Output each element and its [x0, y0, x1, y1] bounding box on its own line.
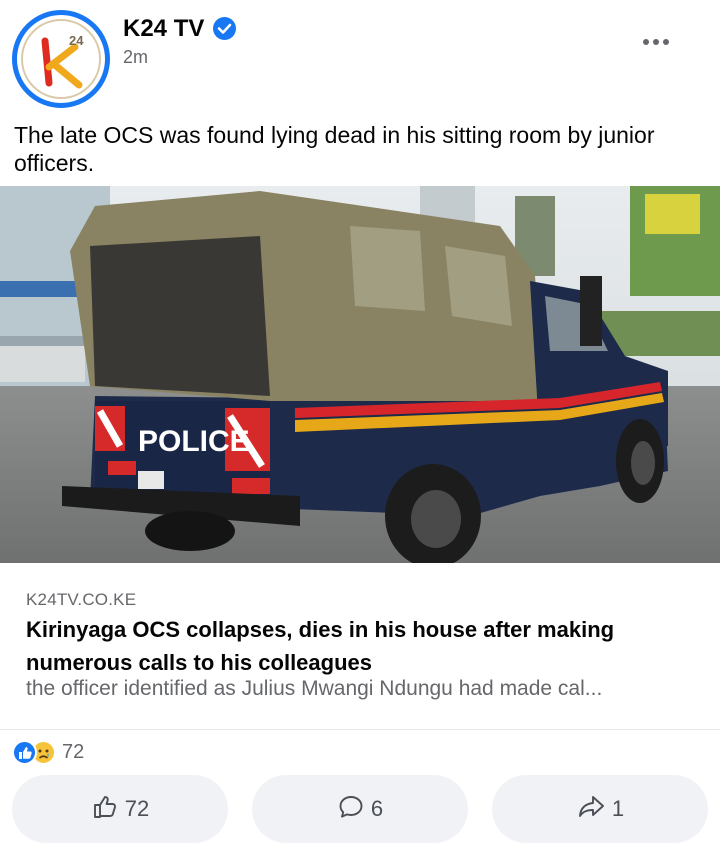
post-header: 24 K24 TV 2m: [0, 0, 720, 115]
link-preview[interactable]: K24TV.CO.KE Kirinyaga OCS collapses, die…: [0, 563, 720, 730]
comment-icon: [337, 793, 365, 826]
post-photo[interactable]: POLICE: [0, 186, 720, 563]
thumbs-up-icon: [91, 793, 119, 826]
share-button[interactable]: 1: [492, 775, 708, 843]
link-domain: K24TV.CO.KE: [26, 590, 137, 609]
more-options-icon[interactable]: [638, 28, 674, 56]
reaction-count[interactable]: 72: [62, 741, 84, 764]
page-avatar[interactable]: 24: [12, 10, 110, 108]
link-title[interactable]: Kirinyaga OCS collapses, dies in his hou…: [26, 613, 706, 679]
page-name[interactable]: K24 TV: [123, 15, 204, 43]
comment-button[interactable]: 6: [252, 775, 468, 843]
police-label: POLICE: [138, 425, 250, 458]
post-caption: The late OCS was found lying dead in his…: [14, 122, 655, 176]
like-count: 72: [124, 796, 150, 821]
link-description: the officer identified as Julius Mwangi …: [26, 677, 603, 700]
k24-logo: 24: [21, 19, 101, 99]
like-reaction-icon: [12, 739, 37, 765]
reactions-summary[interactable]: 72: [12, 738, 84, 766]
post-actions: 72 6 1: [0, 775, 720, 843]
share-count: 1: [611, 796, 625, 821]
comment-count: 6: [370, 796, 384, 821]
share-icon: [576, 793, 606, 826]
like-button[interactable]: 72: [12, 775, 228, 843]
svg-text:24: 24: [69, 33, 84, 48]
post-timestamp[interactable]: 2m: [123, 47, 148, 68]
verified-badge-icon: [213, 17, 236, 40]
